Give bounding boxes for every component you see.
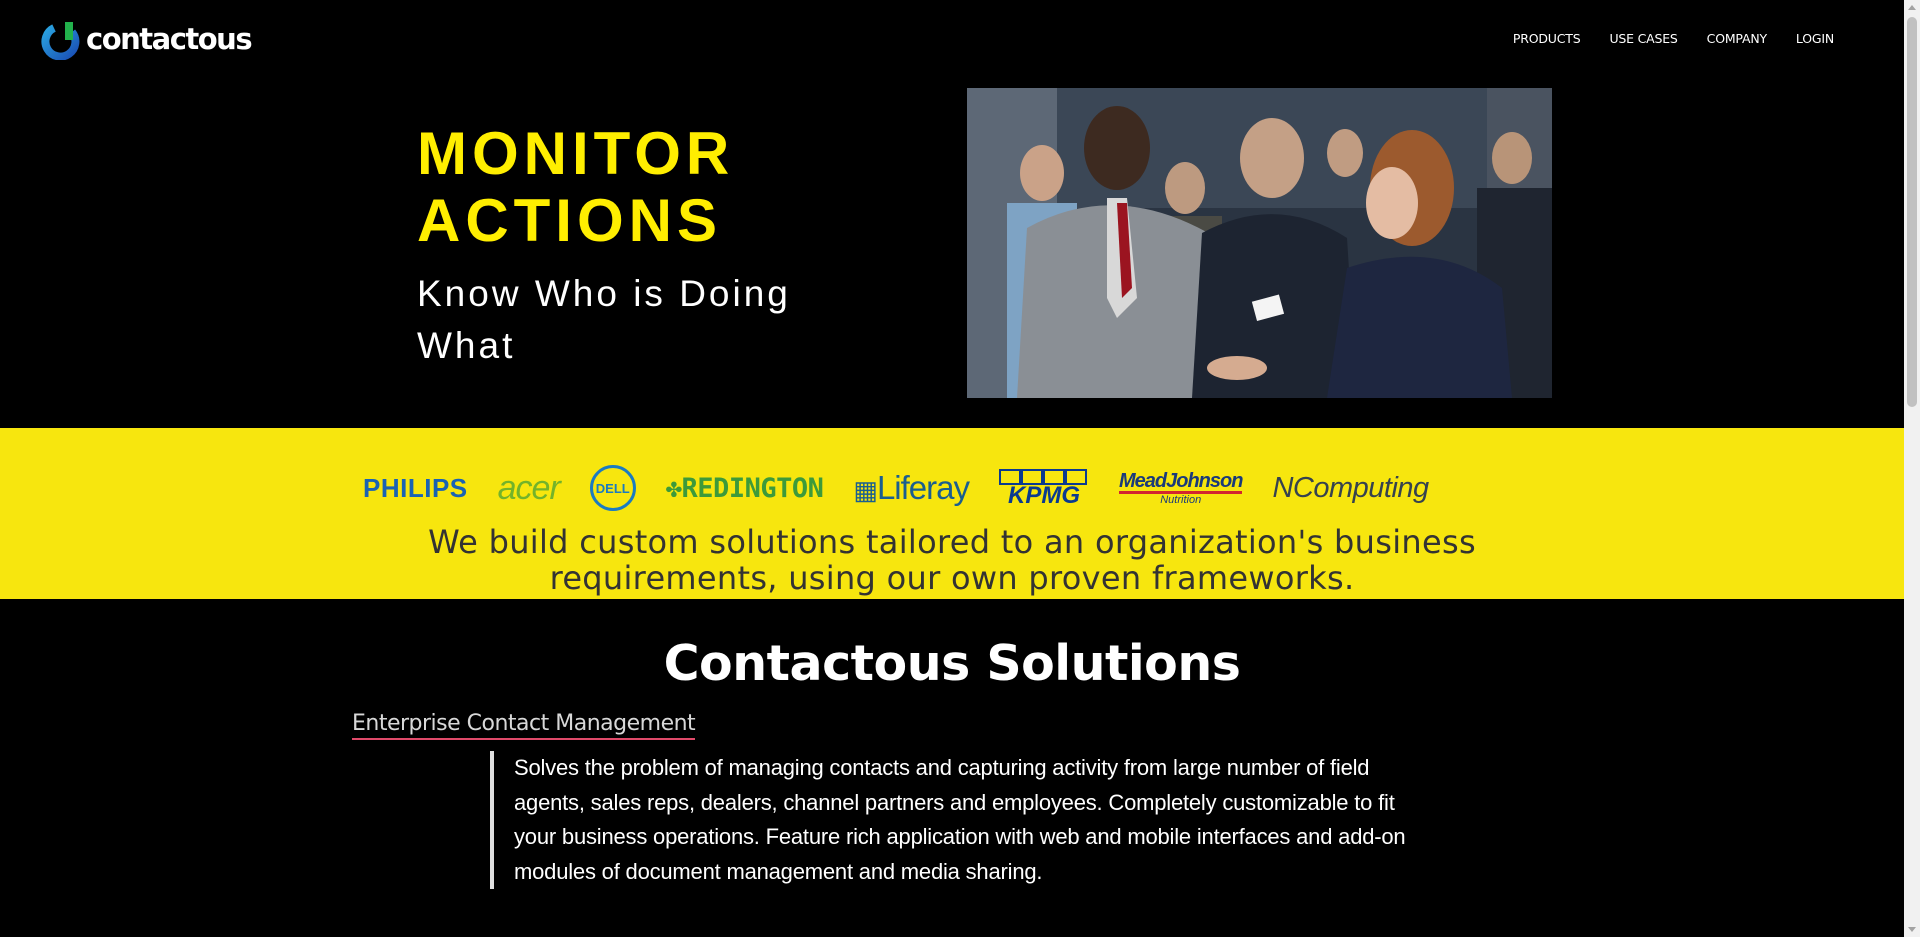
hero-section (0, 86, 1904, 428)
solutions-title: Contactous Solutions (663, 635, 1241, 692)
main-nav: PRODUCTS USE CASES COMPANY LOGIN (1513, 31, 1834, 46)
kpmg-logo-text: KPMG (1008, 482, 1080, 509)
ncomputing-logo-text: NComputing (1272, 471, 1429, 504)
meadjohnson-logo-text: MeadJohnson (1119, 469, 1243, 494)
philips-logo: PHILIPS (363, 472, 468, 503)
hero-title: MONITOR ACTIONS (417, 120, 734, 254)
enterprise-contact-management-link[interactable]: Enterprise Contact Management (352, 711, 696, 740)
acer-logo: acer (497, 468, 561, 507)
ncomputing-logo: NComputing (1272, 471, 1429, 505)
client-logos: PHILIPS acer DELL ✤REDINGTON ▦Liferay KP… (363, 465, 1459, 511)
handshake-photo (967, 88, 1552, 398)
dell-logo-text: DELL (595, 480, 630, 496)
meadjohnson-logo: MeadJohnson Nutrition (1119, 469, 1243, 506)
scroll-down-arrow-icon[interactable] (1908, 927, 1916, 932)
brand-logo[interactable]: contactous (40, 19, 253, 61)
clients-tagline: We build custom solutions tailored to an… (428, 523, 1476, 597)
hero-image (967, 88, 1552, 398)
vertical-scrollbar[interactable] (1904, 0, 1920, 937)
nav-company[interactable]: COMPANY (1707, 31, 1767, 46)
redington-logo: ✤REDINGTON (666, 473, 824, 504)
contactous-logo-icon (41, 22, 80, 60)
kpmg-logo: KPMG (999, 469, 1089, 509)
scroll-up-arrow-icon[interactable] (1908, 5, 1916, 10)
scrollbar-thumb[interactable] (1907, 17, 1917, 407)
nav-login[interactable]: LOGIN (1796, 31, 1834, 46)
brand-name: contactous (86, 22, 253, 56)
dell-logo: DELL (589, 465, 636, 511)
site-header: contactous PRODUCTS USE CASES COMPANY LO… (0, 0, 1904, 86)
hero-title-line1: MONITOR (417, 120, 735, 187)
redington-leaf-icon: ✤ (665, 472, 682, 504)
hero-title-line2: ACTIONS (417, 187, 722, 254)
liferay-grid-icon: ▦ (853, 475, 878, 505)
liferay-logo-text: Liferay (876, 469, 970, 506)
liferay-logo: ▦Liferay (853, 469, 970, 507)
hero-subtitle: Know Who is Doing What (417, 273, 791, 366)
redington-logo-text: REDINGTON (681, 472, 824, 504)
nav-products[interactable]: PRODUCTS (1513, 31, 1581, 46)
enterprise-contact-management-description: Solves the problem of managing contacts … (490, 751, 1419, 889)
nav-use-cases[interactable]: USE CASES (1609, 31, 1677, 46)
meadjohnson-nutrition-text: Nutrition (1160, 493, 1202, 506)
